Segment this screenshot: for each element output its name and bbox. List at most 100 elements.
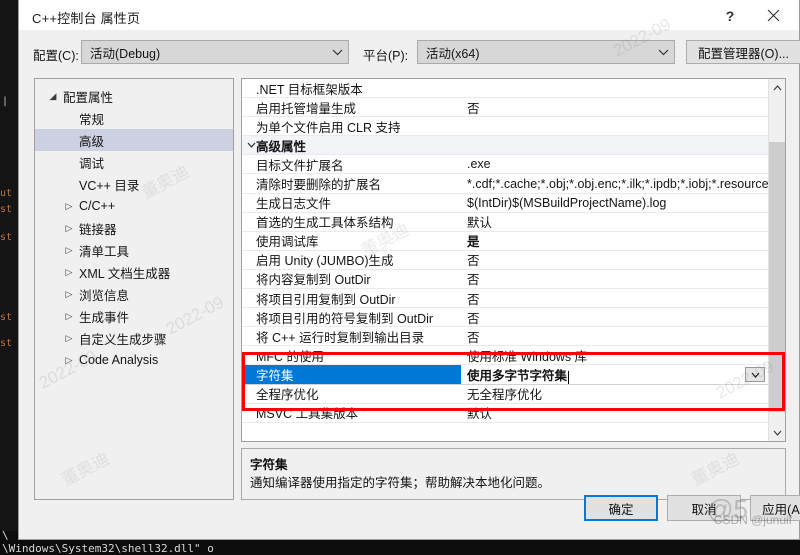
property-name: .NET 目标框架版本 [256, 82, 363, 97]
tree-item[interactable]: 高级 [35, 129, 233, 151]
chevron-down-icon [326, 49, 348, 56]
tree-item[interactable]: VC++ 目录 [35, 173, 233, 195]
property-row[interactable]: 将 C++ 运行时复制到输出目录 否 [242, 327, 768, 347]
property-row[interactable]: .NET 目标框架版本 [242, 79, 768, 99]
property-group-header[interactable]: 高级属性 [242, 136, 768, 156]
collapsed-twisty-icon[interactable]: ▷ [61, 245, 77, 256]
property-row[interactable]: MSVC 工具集版本 默认 [242, 404, 768, 423]
property-name: 将项目引用的符号复制到 OutDir [256, 311, 434, 326]
collapsed-twisty-icon[interactable]: ▷ [61, 223, 77, 234]
property-grid-scrollbar[interactable] [768, 79, 785, 441]
tree-item[interactable]: ▷ 链接器 [35, 217, 233, 239]
apply-button[interactable]: 应用(A) [750, 495, 800, 521]
property-name: 目标文件扩展名 [256, 158, 344, 173]
text-caret [568, 371, 570, 384]
dialog-body: ◢ 配置属性 常规 高级 调试 VC++ 目录 ▷ C/C++ ▷ 链接器 ▷ 清单工具 ▷ XML 文档… [19, 73, 800, 539]
property-value-text: $(IntDir)$(MSBuildProjectName).log [467, 195, 667, 210]
property-value-text: 否 [467, 311, 480, 326]
ok-button[interactable]: 确定 [584, 495, 658, 521]
property-row[interactable]: MFC 的使用 使用标准 Windows 库 [242, 346, 768, 366]
tree-item-label: 高级 [79, 134, 105, 149]
property-value: 无全程序优化 [461, 384, 768, 403]
help-icon[interactable]: ? [710, 0, 750, 31]
property-name: 全程序优化 [256, 388, 319, 403]
property-row[interactable]: 将项目引用的符号复制到 OutDir 否 [242, 308, 768, 328]
collapsed-twisty-icon[interactable]: ▷ [61, 333, 77, 344]
tree-item[interactable]: ▷ 浏览信息 [35, 283, 233, 305]
property-name: 高级属性 [256, 139, 307, 154]
property-name: MSVC 工具集版本 [256, 407, 359, 422]
tree-item[interactable]: ▷ 自定义生成步骤 [35, 327, 233, 349]
tree-item[interactable]: ▷ 清单工具 [35, 239, 233, 261]
cancel-button[interactable]: 取消 [667, 495, 741, 521]
property-row[interactable]: 字符集 使用多字节字符集 [242, 365, 768, 385]
platform-select[interactable]: 活动(x64) [417, 40, 675, 64]
tree-item-label: 调试 [79, 156, 105, 171]
property-row[interactable]: 使用调试库 是 [242, 232, 768, 251]
collapsed-twisty-icon[interactable]: ▷ [61, 267, 77, 278]
tree-item-label: C/C++ [79, 199, 116, 213]
tree-item[interactable]: ▷ 生成事件 [35, 305, 233, 327]
description-title: 字符集 [250, 458, 288, 472]
configuration-manager-button[interactable]: 配置管理器(O)... [686, 40, 800, 64]
scrollbar-thumb[interactable] [769, 142, 785, 412]
property-row[interactable]: 启用 Unity (JUMBO)生成 否 [242, 251, 768, 270]
tree-item-label: 浏览信息 [79, 288, 130, 303]
property-value: 否 [461, 327, 768, 346]
scroll-down-icon[interactable] [769, 424, 785, 441]
tree-item[interactable]: ◢ 配置属性 [35, 85, 233, 107]
chevron-down-icon[interactable] [244, 136, 258, 154]
configuration-select[interactable]: 活动(Debug) [81, 40, 349, 64]
tree-item[interactable]: 常规 [35, 107, 233, 129]
configuration-tree[interactable]: ◢ 配置属性 常规 高级 调试 VC++ 目录 ▷ C/C++ ▷ 链接器 ▷ 清单工具 ▷ XML 文档… [34, 78, 234, 500]
property-row[interactable]: 目标文件扩展名 .exe [242, 155, 768, 175]
property-row[interactable]: 为单个文件启用 CLR 支持 [242, 117, 768, 137]
property-name: MFC 的使用 [256, 349, 325, 364]
chevron-down-icon [652, 49, 674, 56]
dialog-titlebar: C++控制台 属性页 ? [19, 0, 799, 31]
property-row[interactable]: 启用托管增量生成 否 [242, 98, 768, 118]
property-value-text: 否 [467, 273, 480, 288]
tree-item-label: 清单工具 [79, 244, 130, 259]
property-name: 启用托管增量生成 [256, 101, 357, 116]
close-icon[interactable] [753, 0, 793, 31]
property-name: 字符集 [242, 365, 461, 384]
property-value-text: 否 [467, 330, 480, 345]
property-value: .exe [461, 157, 768, 171]
collapsed-twisty-icon[interactable]: ▷ [61, 201, 77, 212]
configuration-bar: 配置(C): 活动(Debug) 平台(P): 活动(x64) 配置管理器(O)… [19, 31, 800, 73]
console-line-upper: \ [2, 529, 9, 542]
property-row[interactable]: 清除时要删除的扩展名 *.cdf;*.cache;*.obj;*.obj.enc;… [242, 174, 768, 194]
property-value-text: 是 [467, 235, 480, 250]
platform-value: 活动(x64) [426, 46, 480, 61]
collapsed-twisty-icon[interactable]: ▷ [61, 289, 77, 300]
property-value-editor[interactable]: 使用多字节字符集 [461, 365, 768, 384]
platform-label: 平台(P): [363, 49, 409, 63]
tree-item[interactable]: ▷ C/C++ [35, 195, 233, 217]
property-row[interactable]: 首选的生成工具体系结构 默认 [242, 213, 768, 232]
dialog-title: C++控制台 属性页 [32, 11, 141, 26]
property-value: 是 [461, 231, 768, 250]
scroll-up-icon[interactable] [769, 79, 785, 96]
tree-item[interactable]: 调试 [35, 151, 233, 173]
tree-item[interactable]: ▷ Code Analysis [35, 349, 233, 371]
property-value-text: 否 [467, 292, 480, 307]
collapsed-twisty-icon[interactable]: ▷ [61, 355, 77, 366]
property-grid[interactable]: .NET 目标框架版本 启用托管增量生成否为单个文件启用 CLR 支持 高级属性 目标… [241, 78, 786, 442]
tree-item-label: XML 文档生成器 [79, 266, 171, 281]
property-row[interactable]: 全程序优化 无全程序优化 [242, 385, 768, 404]
property-value-dropdown-icon[interactable] [745, 367, 765, 383]
expanded-twisty-icon[interactable]: ◢ [45, 91, 61, 102]
property-row[interactable]: 将项目引用复制到 OutDir 否 [242, 289, 768, 309]
property-value-text: 使用标准 Windows 库 [467, 349, 588, 364]
property-name: 将项目引用复制到 OutDir [256, 292, 396, 307]
tree-item[interactable]: ▷ XML 文档生成器 [35, 261, 233, 283]
configuration-value: 活动(Debug) [90, 46, 161, 61]
property-row[interactable]: 生成日志文件 $(IntDir)$(MSBuildProjectName).log [242, 194, 768, 213]
property-name: 清除时要删除的扩展名 [256, 178, 382, 193]
property-value: 否 [461, 308, 768, 327]
property-value-text: 否 [467, 254, 480, 269]
property-row[interactable]: 将内容复制到 OutDir 否 [242, 270, 768, 290]
property-value-text: 使用多字节字符集 [467, 368, 568, 383]
collapsed-twisty-icon[interactable]: ▷ [61, 311, 77, 322]
